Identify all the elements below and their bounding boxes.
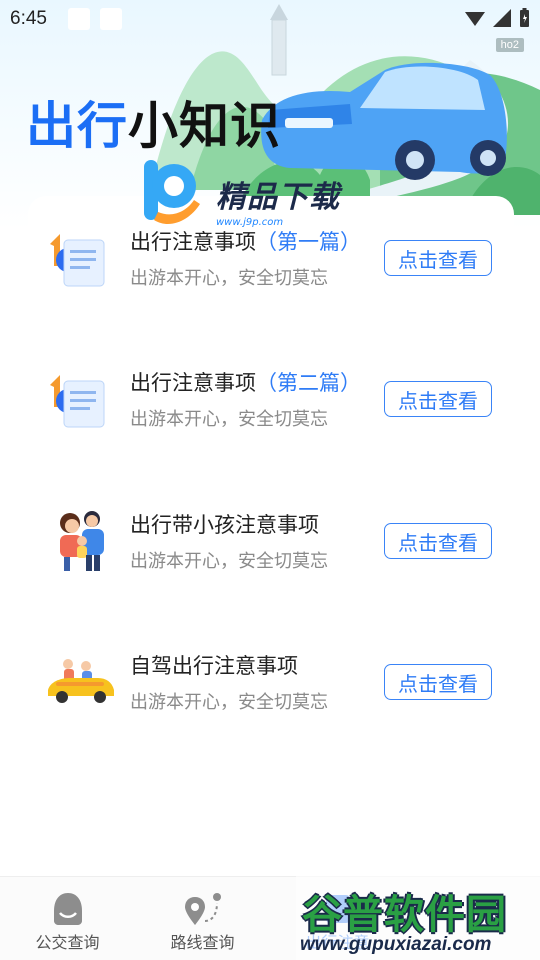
item-title: 自驾出行注意事项 — [130, 654, 298, 678]
view-button[interactable]: 点击查看 — [384, 664, 492, 700]
nav-label: 路线查询 — [170, 933, 235, 952]
route-icon — [184, 893, 221, 925]
item-subtitle: 出游本开心，安全切莫忘 — [130, 409, 328, 430]
signal-icon — [493, 8, 511, 27]
overlay-badge: ho2 — [495, 38, 524, 52]
list-item[interactable]: 自驾出行注意事项 出游本开心，安全切莫忘 点击查看 — [46, 650, 506, 730]
watermark-brand: 精品下载 — [216, 180, 340, 215]
status-icons — [465, 8, 530, 27]
watermark-url: www.gupuxiazai.com — [300, 934, 492, 955]
list-item[interactable]: 出行注意事项（第二篇） 出游本开心，安全切莫忘 点击查看 — [46, 367, 506, 447]
view-button[interactable]: 点击查看 — [384, 381, 492, 417]
notification-icon — [68, 8, 90, 30]
nav-bus-query[interactable]: 公交查询 — [0, 877, 135, 960]
watermark-brand: 谷普软件园 — [302, 892, 507, 938]
item-title: 出行注意事项（第二篇） — [130, 371, 361, 395]
item-tag: （第二篇） — [256, 371, 361, 395]
watermark-bottom: 谷普软件园 www.gupuxiazai.com — [296, 876, 540, 960]
view-button[interactable]: 点击查看 — [384, 240, 492, 276]
list-item[interactable]: 出行注意事项（第一篇） 出游本开心，安全切莫忘 点击查看 — [46, 226, 506, 306]
battery-icon — [520, 8, 529, 27]
nav-label: 公交查询 — [35, 933, 100, 952]
watermark-top: 精品下载 www.j9p.com — [140, 160, 340, 232]
item-subtitle: 出游本开心，安全切莫忘 — [130, 268, 328, 289]
family-icon — [60, 511, 104, 571]
view-button[interactable]: 点击查看 — [384, 523, 492, 559]
item-title: 出行带小孩注意事项 — [130, 513, 319, 537]
status-bar: 6:45 — [0, 0, 540, 38]
item-subtitle: 出游本开心，安全切莫忘 — [130, 692, 328, 713]
status-time: 6:45 — [10, 8, 47, 29]
nav-route-query[interactable]: 路线查询 — [135, 877, 270, 960]
wifi-icon — [465, 11, 485, 26]
bus-icon — [53, 893, 82, 925]
notification-icon — [100, 8, 122, 30]
page-title: 出行小知识 — [26, 86, 281, 158]
list-item[interactable]: 出行带小孩注意事项 出游本开心，安全切莫忘 点击查看 — [46, 509, 506, 589]
document-icon — [50, 375, 105, 428]
document-icon — [50, 234, 105, 287]
brand-logo-icon — [144, 160, 200, 225]
page-title-part1: 出行 — [26, 97, 128, 155]
car-icon — [48, 659, 114, 703]
item-subtitle: 出游本开心，安全切莫忘 — [130, 551, 328, 572]
item-tag: （第一篇） — [256, 230, 361, 254]
watermark-url: www.j9p.com — [216, 217, 284, 228]
page-title-part2: 小知识 — [128, 97, 281, 155]
